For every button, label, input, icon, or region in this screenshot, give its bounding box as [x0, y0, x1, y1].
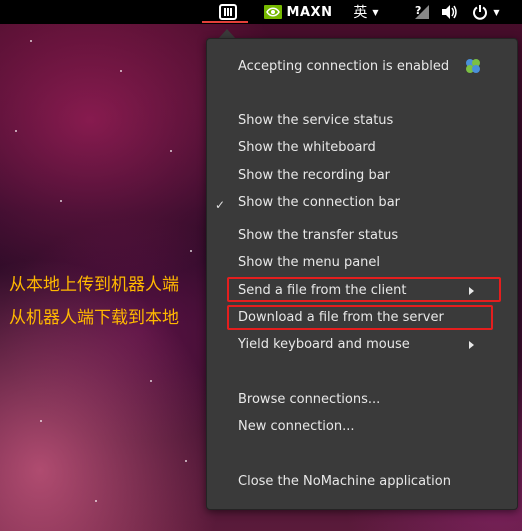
menu-item-whiteboard[interactable]: Show the whiteboard	[238, 139, 376, 157]
active-indicator	[202, 21, 248, 23]
power-mode-indicator[interactable]: MAXN	[258, 0, 338, 24]
menu-item-close-app[interactable]: Close the NoMachine application	[238, 473, 451, 491]
check-icon: ✓	[215, 198, 226, 212]
top-panel: MAXN 英 ▼ ? ▼	[0, 0, 522, 24]
menu-item-accepting-connection[interactable]: Accepting connection is enabled	[238, 58, 449, 76]
menu-item-transfer-status[interactable]: Show the transfer status	[238, 227, 398, 245]
highlight-download-file	[227, 305, 493, 330]
volume-icon[interactable]	[438, 0, 462, 24]
submenu-arrow-icon	[469, 341, 474, 349]
chevron-down-icon: ▼	[372, 7, 379, 17]
lang-label: 英	[353, 5, 368, 21]
connection-status-icon	[466, 59, 480, 73]
menu-item-recording-bar[interactable]: Show the recording bar	[238, 167, 390, 185]
network-icon[interactable]: ?	[409, 0, 435, 24]
input-method-menu[interactable]: 英 ▼	[344, 0, 388, 24]
power-icon[interactable]: ▼	[468, 0, 504, 24]
menu-item-browse-connections[interactable]: Browse connections...	[238, 391, 380, 409]
network-status-glyph: ?	[415, 4, 422, 17]
upload-annotation: 从本地上传到机器人端	[9, 275, 179, 295]
maxn-label: MAXN	[286, 4, 333, 20]
menu-item-new-connection[interactable]: New connection...	[238, 418, 355, 436]
chevron-down-icon: ▼	[493, 7, 500, 17]
download-annotation: 从机器人端下载到本地	[9, 308, 179, 328]
menu-item-menu-panel[interactable]: Show the menu panel	[238, 254, 380, 272]
menu-item-yield-input[interactable]: Yield keyboard and mouse	[238, 336, 410, 354]
nomachine-menu: Accepting connection is enabled Show the…	[206, 38, 518, 510]
menu-item-service-status[interactable]: Show the service status	[238, 112, 393, 130]
highlight-send-file	[227, 277, 501, 302]
nvidia-logo-icon	[263, 5, 282, 19]
menu-item-connection-bar[interactable]: Show the connection bar	[238, 194, 400, 212]
